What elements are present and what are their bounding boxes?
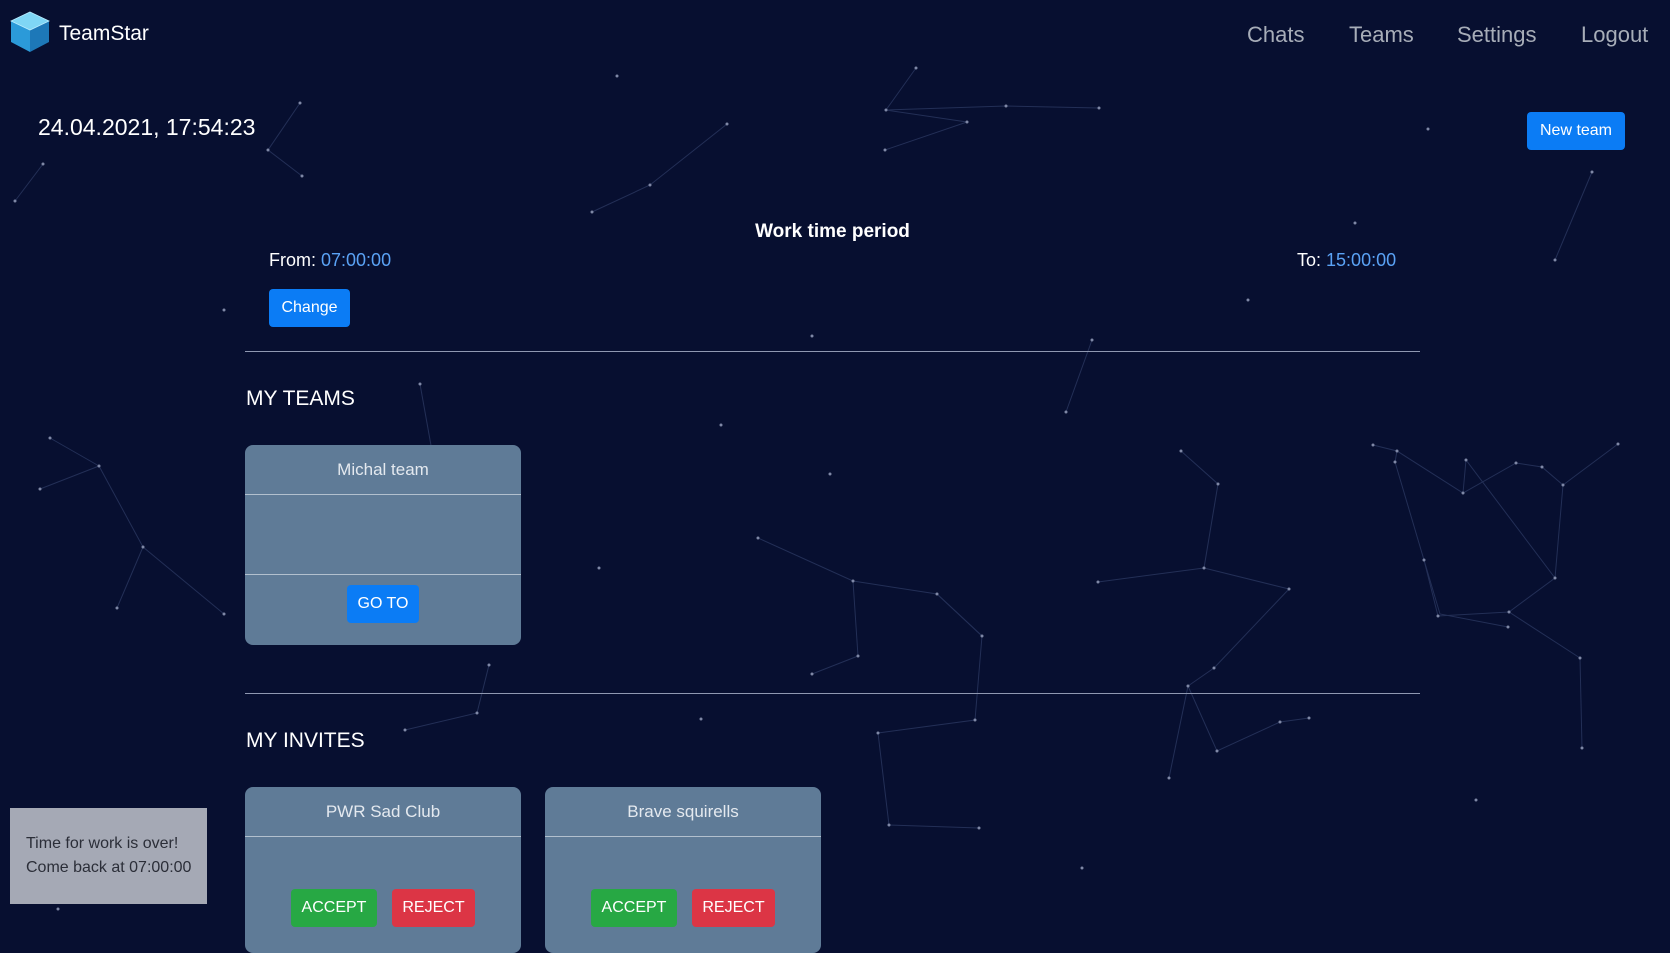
toast-message-line2: Come back at 07:00:00 [26,859,192,876]
new-team-button[interactable]: New team [1527,112,1625,150]
divider [245,351,1420,352]
team-card-footer: GO TO [245,575,521,644]
page: TeamStar Chats Teams Settings Logout 24.… [0,0,1670,953]
current-datetime: 24.04.2021, 17:54:23 [38,114,256,140]
nav-teams-link[interactable]: Teams [1349,22,1414,48]
invite-card: PWR Sad Club ACCEPT REJECT [245,787,521,953]
invite-team-name: PWR Sad Club [245,787,521,837]
invite-card-actions: ACCEPT REJECT [545,837,821,953]
brand-link[interactable]: TeamStar [10,11,149,58]
reject-invite-button[interactable]: REJECT [692,889,775,927]
invite-card-actions: ACCEPT REJECT [245,837,521,953]
team-name: Michal team [245,445,521,495]
change-work-time-button[interactable]: Change [269,289,350,327]
nav-chats-link[interactable]: Chats [1247,22,1304,48]
my-invites-title: MY INVITES [246,729,365,752]
cube-logo-icon [10,11,50,58]
nav-logout-link[interactable]: Logout [1581,22,1648,48]
invite-card: Brave squirells ACCEPT REJECT [545,787,821,953]
toast-message-line1: Time for work is over! [26,835,179,852]
work-over-toast: Time for work is over! Come back at 07:0… [10,808,207,904]
nav-settings-link[interactable]: Settings [1457,22,1537,48]
work-time-title: Work time period [755,221,910,242]
team-goto-button[interactable]: GO TO [347,585,419,623]
from-label: From: [269,250,316,270]
to-label: To: [1297,250,1322,270]
divider [245,693,1420,694]
from-value: 07:00:00 [321,250,392,270]
to-value: 15:00:00 [1326,250,1397,270]
team-card-body [245,495,521,575]
invite-team-name: Brave squirells [545,787,821,837]
accept-invite-button[interactable]: ACCEPT [291,889,377,927]
my-teams-title: MY TEAMS [246,387,355,410]
team-card: Michal team GO TO [245,445,521,645]
navbar: TeamStar Chats Teams Settings Logout [0,0,1670,68]
work-time-from: From: 07:00:00 [269,250,391,271]
brand-name: TeamStar [59,22,149,45]
reject-invite-button[interactable]: REJECT [392,889,475,927]
accept-invite-button[interactable]: ACCEPT [591,889,677,927]
work-time-to: To: 15:00:00 [1297,250,1396,271]
